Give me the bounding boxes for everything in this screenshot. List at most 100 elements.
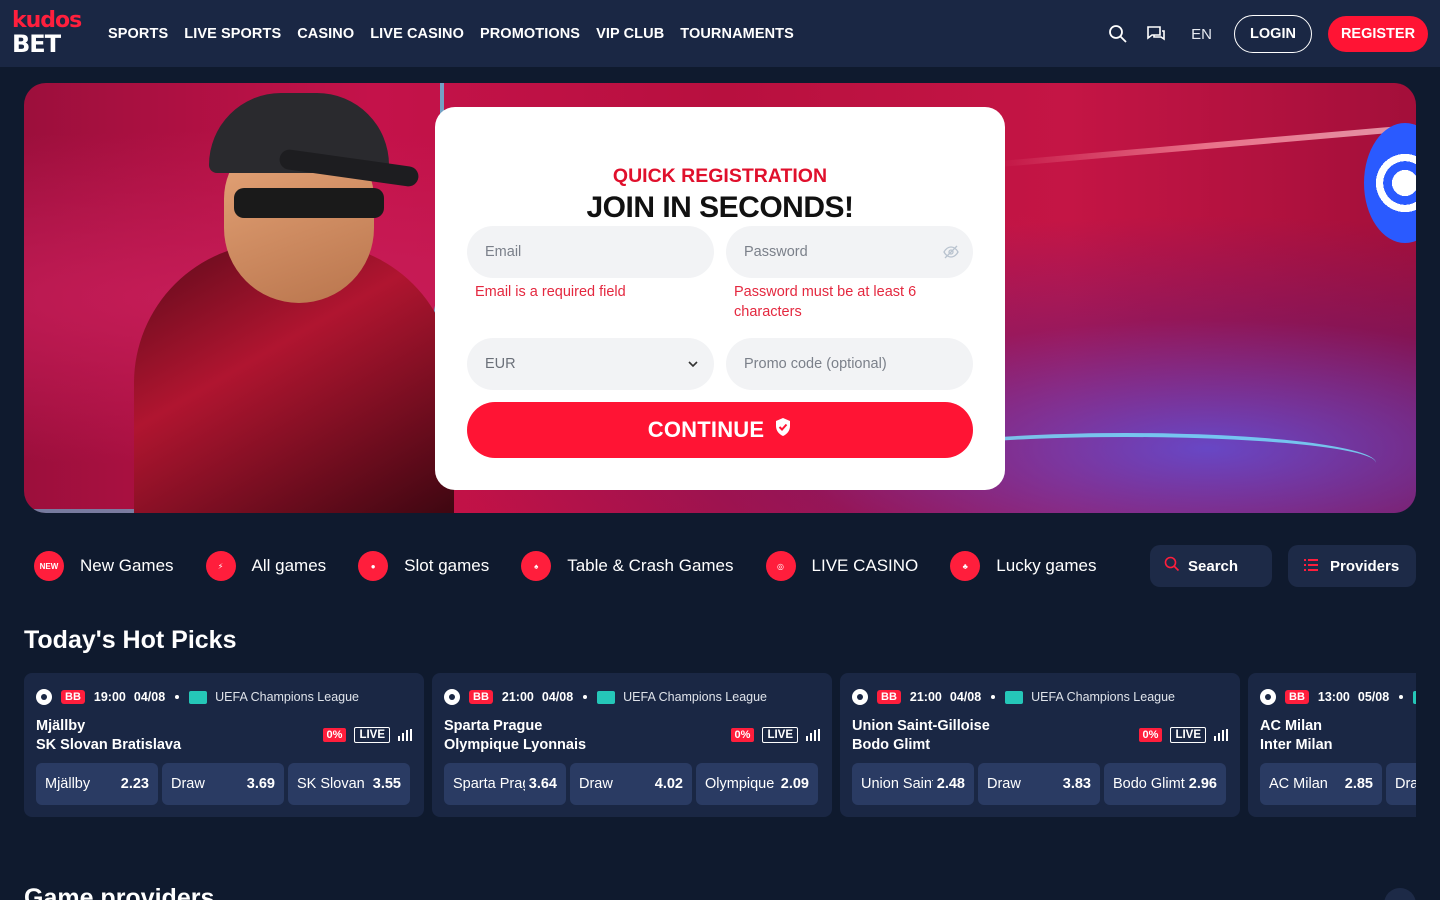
continue-button[interactable]: CONTINUE [467,402,973,458]
football-icon [1260,689,1276,705]
game-providers-title: Game providers [24,884,215,900]
stats-icon[interactable] [1214,729,1228,741]
category-slot-games[interactable]: ● Slot games [358,551,489,581]
game-categories-bar: NEW New Games ⚡ All games ● Slot games ♠… [34,545,1128,587]
separator-dot [991,695,996,699]
odd-button-home[interactable]: Sparta Prague3.64 [444,763,566,805]
odd-button-home[interactable]: Union Saint-Gilloise2.48 [852,763,974,805]
category-table-crash-games[interactable]: ♠ Table & Crash Games [521,551,734,581]
globe-icon [189,690,208,704]
hide-password-icon[interactable] [943,244,959,260]
kudosbet-logo[interactable]: kudos BET [12,10,94,57]
home-team: AC Milan [1260,718,1323,734]
match-card[interactable]: BB 19:00 04/08 UEFA Champions League Mjä… [24,673,424,817]
category-new-games[interactable]: NEW New Games [34,551,174,581]
stats-icon[interactable] [806,729,820,741]
match-meta: BB 13:00 05/08 [1260,689,1416,705]
hero-banner: QUICK REGISTRATION JOIN IN SECONDS! Emai… [24,83,1416,513]
odd-button-away[interactable]: SK Slovan Bratislava3.55 [288,763,410,805]
odd-button-home[interactable]: AC Milan 2.85 [1260,763,1382,805]
match-badges: 0% LIVE [1138,727,1228,743]
stats-icon[interactable] [398,729,412,741]
cherry-icon: ● [358,551,389,581]
promo-code-field[interactable]: Promo code (optional) [726,338,973,390]
match-card[interactable]: BB 13:00 05/08 AC Milan Inter Milan AC M… [1248,673,1416,817]
separator-dot [583,695,588,699]
match-date: 04/08 [949,690,982,704]
odd-value: 3.69 [246,776,275,792]
bet-builder-badge: BB [1285,690,1309,704]
currency-select[interactable]: EUR [467,338,714,390]
language-selector[interactable]: EN [1191,26,1212,43]
match-card[interactable]: BB 21:00 04/08 UEFA Champions League Spa… [432,673,832,817]
odd-button-away[interactable]: Olympique Lyonnais2.09 [696,763,818,805]
odd-label: Bodo Glimt [1113,776,1185,792]
odd-button-draw[interactable]: Draw 3.69 [162,763,284,805]
carousel-arrow-icon[interactable] [1384,888,1416,900]
home-team: Mjällby [36,718,86,734]
league-name: UEFA Champions League [215,690,359,704]
nav-item-casino[interactable]: CASINO [297,26,354,42]
password-error: Password must be at least 6 characters [734,284,917,320]
email-error: Email is a required field [475,284,626,300]
match-meta: BB 21:00 04/08 UEFA Champions League [852,689,1175,705]
games-search-button[interactable]: Search [1150,545,1272,587]
email-field[interactable]: Email [467,226,714,278]
email-placeholder: Email [485,244,522,260]
match-teams: Sparta Prague Olympique Lyonnais [444,717,586,755]
odd-button-draw[interactable]: Draw 4.02 [570,763,692,805]
match-teams: Union Saint-Gilloise Bodo Glimt [852,717,990,755]
odd-button-draw[interactable]: Draw [1386,763,1416,805]
away-team: Bodo Glimt [852,737,931,753]
nav-item-promotions[interactable]: PROMOTIONS [480,26,580,42]
bet-builder-badge: BB [469,690,493,704]
providers-label: Providers [1330,557,1400,575]
registration-title: JOIN IN SECONDS! [586,191,854,224]
football-icon [444,689,460,705]
odd-value: 3.64 [528,776,557,792]
nav-item-live-sports[interactable]: LIVE SPORTS [184,26,281,42]
promo-placeholder: Promo code (optional) [744,356,887,372]
globe-icon [597,690,616,704]
odd-value: 4.02 [654,776,683,792]
neon-light-decoration [996,124,1416,168]
odd-value: 2.23 [120,776,149,792]
nav-item-sports[interactable]: SPORTS [108,26,168,42]
category-label: Lucky games [996,556,1097,575]
globe-icon [1413,690,1416,704]
providers-button[interactable]: Providers [1288,545,1416,587]
odds-row: Union Saint-Gilloise2.48 Draw 3.83 Bodo G… [852,763,1226,805]
odd-value: 2.48 [936,776,965,792]
odd-button-away[interactable]: Bodo Glimt 2.96 [1104,763,1226,805]
odd-button-draw[interactable]: Draw 3.83 [978,763,1100,805]
match-badges: 0% LIVE [322,727,412,743]
bet-builder-badge: BB [877,690,901,704]
chat-icon[interactable] [1145,23,1167,45]
search-label: Search [1188,557,1239,575]
odd-label: Sparta Prague [453,776,525,792]
search-icon [1164,556,1180,576]
odd-label: AC Milan [1269,776,1328,792]
nav-item-vip-club[interactable]: VIP CLUB [596,26,664,42]
password-field[interactable]: Password [726,226,973,278]
category-all-games[interactable]: ⚡ All games [205,551,326,581]
login-button[interactable]: LOGIN [1234,15,1312,53]
currency-value: EUR [485,356,516,372]
odd-value: 2.09 [780,776,809,792]
category-lucky-games[interactable]: ♣ Lucky games [950,551,1096,581]
match-card[interactable]: BB 21:00 04/08 UEFA Champions League Uni… [840,673,1240,817]
hot-picks-carousel: BB 19:00 04/08 UEFA Champions League Mjä… [24,673,1416,817]
register-button[interactable]: REGISTER [1328,16,1428,52]
match-teams: Mjällby SK Slovan Bratislava [36,717,181,755]
boost-badge: 0% [322,728,347,742]
list-icon [1304,558,1318,575]
odd-label: Union Saint-Gilloise [861,776,933,792]
nav-item-tournaments[interactable]: TOURNAMENTS [680,26,794,42]
boost-badge: 0% [730,728,755,742]
league-name: UEFA Champions League [1031,690,1175,704]
category-live-casino[interactable]: ◎ LIVE CASINO [765,551,918,581]
roulette-icon: ◎ [765,551,796,581]
search-icon[interactable] [1107,23,1129,45]
nav-item-live-casino[interactable]: LIVE CASINO [370,26,464,42]
odd-button-home[interactable]: Mjällby 2.23 [36,763,158,805]
